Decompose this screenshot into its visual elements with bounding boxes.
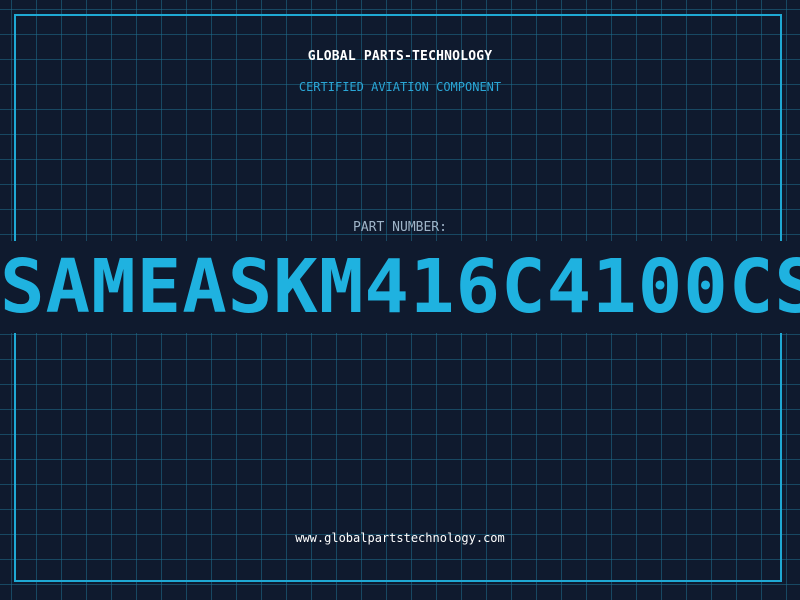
part-number-value: SAMEASKM416C4100CS6: [0, 244, 800, 330]
part-number-label: PART NUMBER:: [353, 220, 447, 235]
part-label-card: GLOBAL PARTS-TECHNOLOGY CERTIFIED AVIATI…: [0, 0, 800, 600]
part-number-band: SAMEASKM416C4100CS6: [0, 241, 800, 333]
certification-subtitle: CERTIFIED AVIATION COMPONENT: [298, 80, 502, 94]
company-name: GLOBAL PARTS-TECHNOLOGY: [307, 49, 493, 64]
website-url: www.globalpartstechnology.com: [295, 531, 505, 545]
